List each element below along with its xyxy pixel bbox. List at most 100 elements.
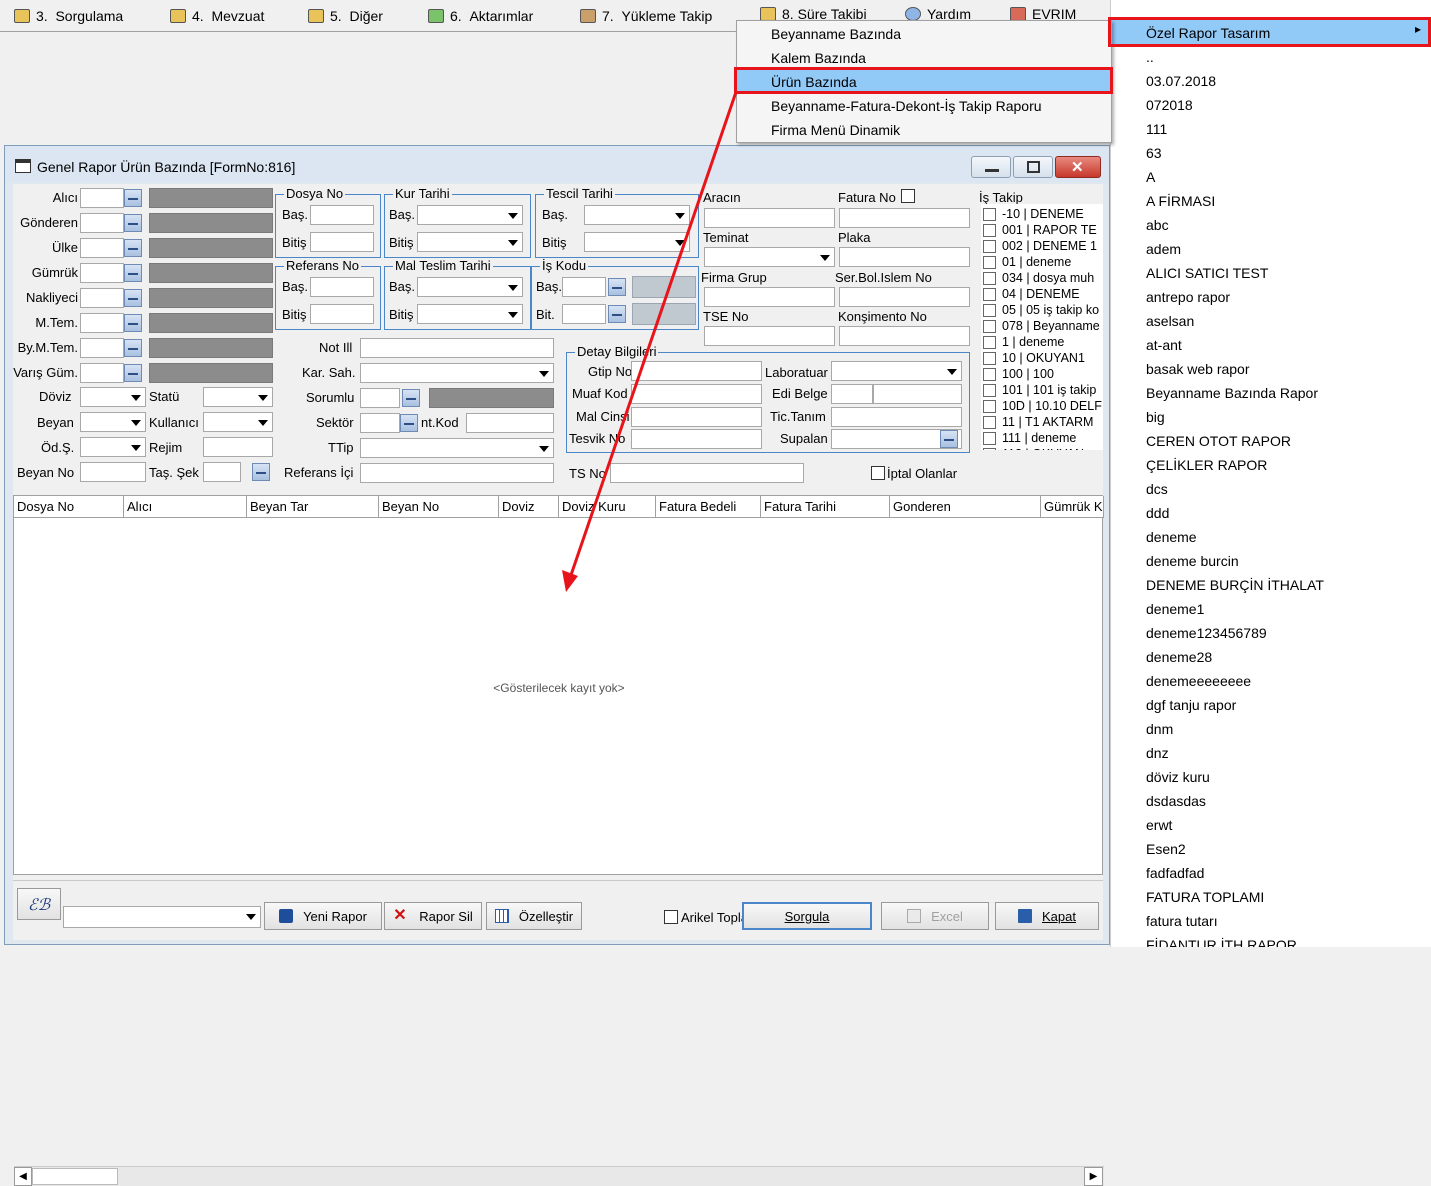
custom-report-item[interactable]: deneme1 <box>1146 597 1204 621</box>
custom-report-item[interactable]: ddd <box>1146 501 1169 525</box>
scroll-left-button[interactable]: ◀ <box>14 1167 32 1186</box>
left-field-code-input[interactable] <box>80 363 124 383</box>
is-takip-checkbox[interactable] <box>983 239 996 253</box>
submenu-beyanname-bazinda[interactable]: Beyanname Bazında <box>737 22 1111 46</box>
custom-report-item[interactable]: deneme <box>1146 525 1197 549</box>
is-takip-item[interactable]: 002 | DENEME 1 <box>983 238 1097 254</box>
menu-yukleme-takip[interactable]: 7. Yükleme Takip <box>580 6 712 26</box>
ser-bol-input[interactable] <box>839 287 970 307</box>
close-button[interactable]: ✕ <box>1055 156 1101 178</box>
custom-report-item[interactable]: fadfadfad <box>1146 861 1204 885</box>
not-ill-input[interactable] <box>360 338 554 358</box>
is-takip-checkbox[interactable] <box>983 383 996 397</box>
column-header[interactable]: Fatura Bedeli <box>656 496 761 518</box>
left-field-code-input[interactable] <box>80 188 124 208</box>
ozellestir-button[interactable]: Özelleştir <box>486 902 582 930</box>
beyan-combo[interactable] <box>80 412 146 432</box>
submenu-firma-menu-dinamik[interactable]: Firma Menü Dinamik <box>737 118 1111 142</box>
tesvik-no-input[interactable] <box>631 429 762 449</box>
custom-report-item[interactable]: dgf tanju rapor <box>1146 693 1236 717</box>
kur-tarihi-bas-combo[interactable] <box>417 205 523 225</box>
lookup-icon[interactable] <box>124 289 142 307</box>
is-takip-checkbox[interactable] <box>983 399 996 413</box>
referans-no-bas-input[interactable] <box>310 277 374 297</box>
column-header[interactable]: Gümrük K <box>1041 496 1104 518</box>
sorgula-button[interactable]: Sorgula <box>742 902 872 930</box>
maximize-button[interactable] <box>1013 156 1053 178</box>
left-field-code-input[interactable] <box>80 238 124 258</box>
is-takip-item[interactable]: 01 | deneme <box>983 254 1071 270</box>
menu-sorgulama[interactable]: 3. Sorgulama <box>14 6 123 26</box>
is-takip-item[interactable]: 1 | deneme <box>983 334 1064 350</box>
custom-report-item[interactable]: deneme burcin <box>1146 549 1239 573</box>
sektor-lookup-icon[interactable] <box>400 414 418 432</box>
custom-report-item[interactable]: DENEME BURÇİN İTHALAT <box>1146 573 1324 597</box>
laboratuar-combo[interactable] <box>831 361 962 381</box>
is-takip-checkbox[interactable] <box>983 431 996 445</box>
sektor-input[interactable] <box>360 413 400 433</box>
custom-report-item[interactable]: FATURA TOPLAMI <box>1146 885 1264 909</box>
is-kodu-bas-input[interactable] <box>562 277 606 297</box>
is-takip-checkbox[interactable] <box>983 351 996 365</box>
scroll-right-button[interactable]: ▶ <box>1084 1167 1103 1186</box>
doviz-combo[interactable] <box>80 387 146 407</box>
is-takip-item[interactable]: 100 | 100 <box>983 366 1054 382</box>
kar-sah-combo[interactable] <box>360 363 554 383</box>
menu-diger[interactable]: 5. Diğer <box>308 6 383 26</box>
custom-report-item[interactable]: ÇELİKLER RAPOR <box>1146 453 1267 477</box>
muaf-kod-input[interactable] <box>631 384 762 404</box>
konsimento-no-input[interactable] <box>839 326 970 346</box>
left-field-code-input[interactable] <box>80 288 124 308</box>
column-header[interactable]: Alıcı <box>124 496 247 518</box>
custom-report-item[interactable]: adem <box>1146 237 1181 261</box>
edi-belge-input[interactable] <box>831 384 873 404</box>
logo-button[interactable]: ℰℬ <box>17 888 61 920</box>
is-takip-checkbox[interactable] <box>983 319 996 333</box>
gtip-no-input[interactable] <box>631 361 762 381</box>
custom-report-item[interactable]: .. <box>1146 45 1154 69</box>
lookup-icon[interactable] <box>124 364 142 382</box>
custom-report-item[interactable]: 03.07.2018 <box>1146 69 1216 93</box>
column-header[interactable]: Beyan Tar <box>247 496 379 518</box>
is-takip-checkbox[interactable] <box>983 335 996 349</box>
left-field-code-input[interactable] <box>80 338 124 358</box>
submenu-beyanname-fatura-dekont[interactable]: Beyanname-Fatura-Dekont-İş Takip Raporu <box>737 94 1111 118</box>
custom-report-item[interactable]: Esen2 <box>1146 837 1186 861</box>
is-takip-item[interactable]: 04 | DENEME <box>983 286 1080 302</box>
firma-grup-input[interactable] <box>704 287 835 307</box>
kapat-button[interactable]: Kapat <box>995 902 1099 930</box>
is-takip-item[interactable]: 111 | deneme <box>983 430 1076 446</box>
tas-sek-lookup-icon[interactable] <box>252 463 270 481</box>
is-takip-checkbox[interactable] <box>983 255 996 269</box>
custom-report-item[interactable]: dcs <box>1146 477 1168 501</box>
is-takip-item[interactable]: 11 | T1 AKTARM <box>983 414 1093 430</box>
is-takip-item[interactable]: 001 | RAPOR TE <box>983 222 1097 238</box>
custom-report-item[interactable]: 111 <box>1146 117 1167 141</box>
column-header[interactable]: Dosya No <box>14 496 124 518</box>
mal-cinsi-input[interactable] <box>631 407 762 427</box>
results-grid[interactable]: Dosya No Alıcı Beyan Tar Beyan No Doviz Doviz… <box>13 495 1104 1186</box>
is-takip-item[interactable]: 101 | 101 iş takip <box>983 382 1096 398</box>
plaka-input[interactable] <box>839 247 970 267</box>
lookup-icon[interactable] <box>124 339 142 357</box>
fatura-no-input[interactable] <box>839 208 970 228</box>
is-takip-checkbox[interactable] <box>983 447 996 450</box>
tse-no-input[interactable] <box>704 326 835 346</box>
custom-report-item[interactable]: abc <box>1146 213 1169 237</box>
is-takip-item[interactable]: 112 | OKUYAN <box>983 446 1084 450</box>
aracin-input[interactable] <box>704 208 835 228</box>
custom-report-item[interactable]: CEREN OTOT RAPOR <box>1146 429 1291 453</box>
supalan-lookup-icon[interactable] <box>940 430 958 448</box>
is-takip-checkbox[interactable] <box>983 415 996 429</box>
custom-report-item[interactable]: deneme28 <box>1146 645 1212 669</box>
custom-report-item[interactable]: antrepo rapor <box>1146 285 1230 309</box>
lookup-icon[interactable] <box>124 264 142 282</box>
column-header[interactable]: Gonderen <box>890 496 1041 518</box>
window-titlebar[interactable]: Genel Rapor Ürün Bazında [FormNo:816] ✕ <box>5 146 1109 182</box>
is-takip-item[interactable]: 10 | OKUYAN1 <box>983 350 1085 366</box>
custom-report-item[interactable]: Beyanname Bazında Rapor <box>1146 381 1318 405</box>
tas-sek-input[interactable] <box>203 462 241 482</box>
report-select-combo[interactable] <box>63 906 261 928</box>
is-takip-item[interactable]: 034 | dosya muh <box>983 270 1094 286</box>
sorumlu-lookup-icon[interactable] <box>402 389 420 407</box>
